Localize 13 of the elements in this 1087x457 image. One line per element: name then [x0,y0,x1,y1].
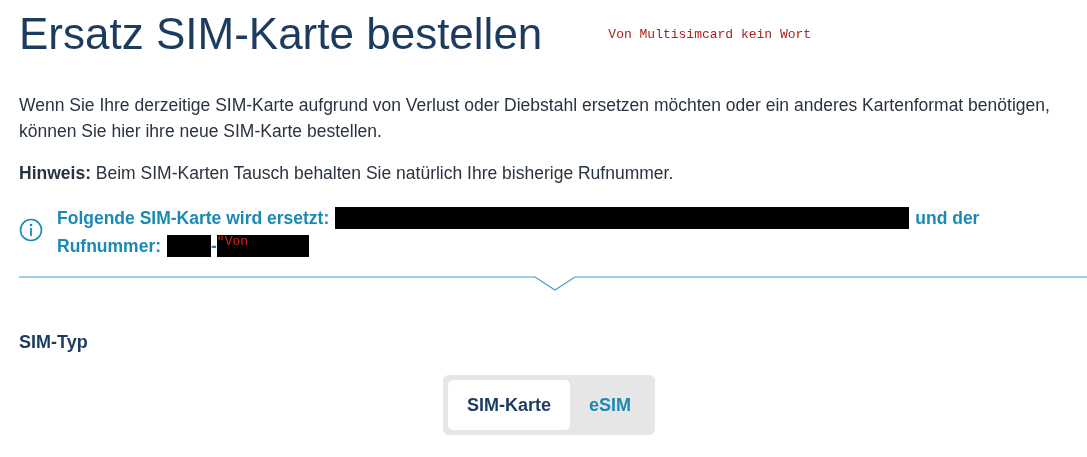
info-text: und der [915,207,980,230]
section-label: SIM-Typ [19,332,89,353]
redaction-bar [167,235,212,257]
overlay-note: "Von [216,235,309,257]
annotation-note: Von Multisimcard kein Wort [608,26,812,42]
info-icon [19,218,43,242]
separator-text: - [211,235,217,258]
page-title: Ersatz SIM-Karte bestellen [19,8,543,60]
hint-paragraph: Hinweis: Beim SIM-Karten Tausch behalten Sie natürlich Ihre bisherige Rufnummer. [19,162,675,185]
info-text: Rufnummer: [57,235,162,258]
intro-paragraph: Wenn Sie Ihre derzeitige SIM-Karte aufgrund von Verlust oder Diebstahl ersetzen möchten oder ein anderes Kartenformat benötigen, können Sie hier ihre neue SIM-Karte bestellen. [19,94,1051,143]
info-text: Folgende SIM-Karte wird ersetzt: [57,207,330,230]
sim-type-option[interactable]: SIM-Karte [448,380,570,430]
